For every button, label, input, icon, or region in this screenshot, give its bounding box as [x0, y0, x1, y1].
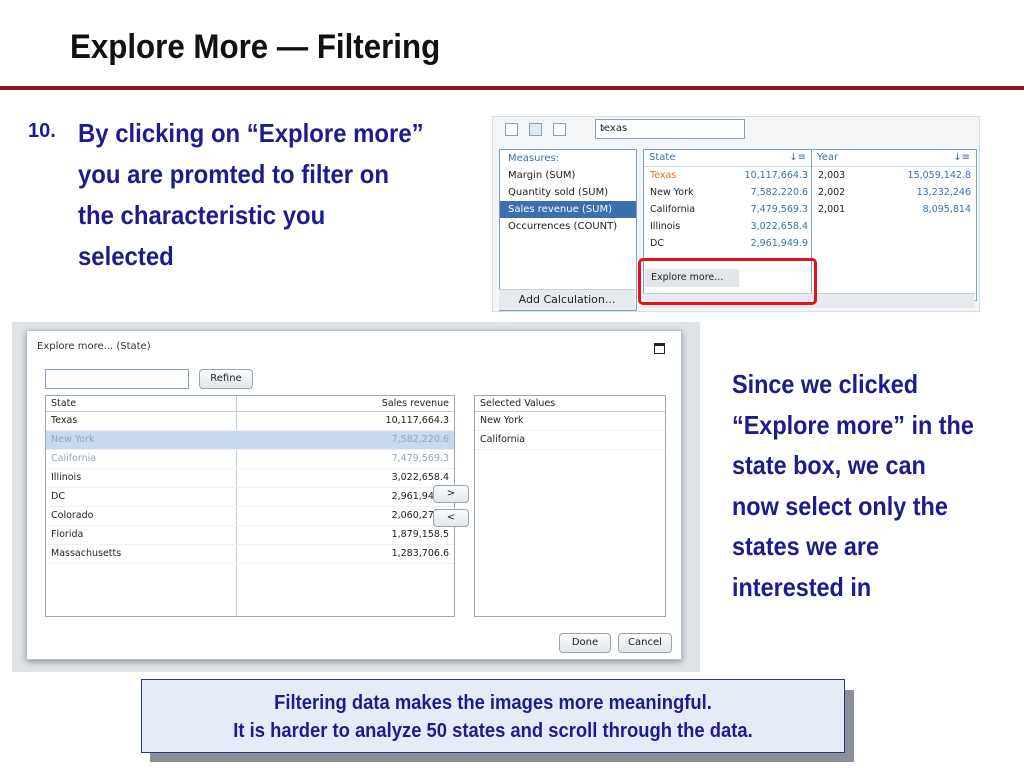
list-item[interactable]: 2,003 15,059,142.8 — [812, 167, 976, 184]
measures-panel: Measures: Margin (SUM) Quantity sold (SU… — [499, 149, 637, 311]
year-box-header[interactable]: Year ↓≡ — [812, 150, 976, 167]
table-row[interactable]: Colorado 2,060,275.2 — [46, 507, 454, 526]
measures-header: Measures: — [508, 153, 560, 164]
list-item[interactable]: DC 2,961,949.9 — [644, 235, 812, 252]
list-item[interactable]: Illinois 3,022,658.4 — [644, 218, 812, 235]
dialog-title: Explore more... (State) — [37, 341, 151, 352]
table-row[interactable]: Illinois 3,022,658.4 — [46, 469, 454, 488]
search-input[interactable]: texas × — [595, 119, 745, 139]
table-view-icon[interactable] — [553, 123, 566, 136]
state-table: State Sales revenue Texas 10,117,664.3 Ne… — [45, 395, 455, 617]
year-header-label: Year — [817, 152, 839, 163]
refine-input[interactable] — [45, 369, 189, 389]
cancel-button[interactable]: Cancel — [618, 633, 672, 653]
maximize-icon[interactable] — [654, 343, 665, 354]
selected-values-table: Selected Values New York California — [474, 395, 666, 617]
selected-value-item[interactable]: New York — [475, 412, 665, 431]
table-row[interactable]: California 7,479,569.3 — [46, 450, 454, 469]
selected-value-item[interactable]: California — [475, 431, 665, 450]
step-number: 10. — [28, 120, 56, 142]
year-box: Year ↓≡ 2,003 15,059,142.8 2,002 13,232,24… — [811, 149, 977, 301]
explore-more-dialog: Explore more... (State) Refine State Sal… — [26, 330, 682, 660]
list-view-icon[interactable] — [529, 123, 542, 136]
add-calculation-button[interactable]: Add Calculation... — [499, 289, 635, 310]
step-text: By clicking on “Explore more” you are pr… — [78, 118, 424, 271]
list-item[interactable]: Texas 10,117,664.3 — [644, 167, 812, 184]
done-button[interactable]: Done — [559, 633, 611, 653]
state-box-header[interactable]: State ↓≡ — [644, 150, 812, 167]
measure-item-selected[interactable]: Sales revenue (SUM) — [500, 201, 636, 218]
slide-title: Explore More — Filtering — [70, 28, 441, 66]
note-box: Filtering data makes the images more mea… — [141, 679, 845, 753]
explore-dialog-screenshot: Explore more... (State) Refine State Sal… — [12, 322, 700, 672]
table-row[interactable]: New York 7,582,220.6 — [46, 431, 454, 450]
state-header-label: State — [649, 152, 676, 163]
table-row[interactable]: Florida 1,879,158.5 — [46, 526, 454, 545]
measure-item[interactable]: Margin (SUM) — [500, 167, 636, 184]
list-item[interactable]: New York 7,582,220.6 — [644, 184, 812, 201]
table-row[interactable]: DC 2,961,949.9 — [46, 488, 454, 507]
table-row[interactable]: Massachusetts 1,283,706.6 — [46, 545, 454, 564]
list-item[interactable]: California 7,479,569.3 — [644, 201, 812, 218]
highlight-outline — [638, 258, 817, 305]
clear-icon[interactable]: × — [600, 123, 739, 134]
title-rule — [0, 86, 1024, 90]
list-item[interactable]: 2,001 8,095,814 — [812, 201, 976, 218]
sort-icon[interactable]: ↓≡ — [953, 150, 970, 166]
move-right-button[interactable]: > — [433, 485, 469, 503]
list-item[interactable]: 2,002 13,232,246 — [812, 184, 976, 201]
table-header: State Sales revenue — [46, 396, 454, 412]
measure-item[interactable]: Quantity sold (SUM) — [500, 184, 636, 201]
col-state[interactable]: State — [51, 396, 76, 411]
note-line: Filtering data makes the images more mea… — [274, 692, 712, 714]
table-row[interactable]: Texas 10,117,664.3 — [46, 412, 454, 431]
move-left-button[interactable]: < — [433, 509, 469, 527]
table-header: Selected Values — [475, 396, 665, 412]
note-line: It is harder to analyze 50 states and sc… — [233, 720, 753, 742]
side-explanation: Since we clicked “Explore more” in the s… — [732, 369, 974, 602]
measure-item[interactable]: Occurrences (COUNT) — [500, 218, 636, 235]
col-selected-values: Selected Values — [480, 398, 556, 409]
sort-icon[interactable]: ↓≡ — [789, 150, 806, 166]
refine-button[interactable]: Refine — [199, 369, 253, 389]
layout-icon[interactable] — [505, 123, 518, 136]
analysis-screenshot: texas × Measures: Margin (SUM) Quantity … — [492, 116, 980, 312]
col-sales-revenue[interactable]: Sales revenue — [382, 396, 449, 411]
